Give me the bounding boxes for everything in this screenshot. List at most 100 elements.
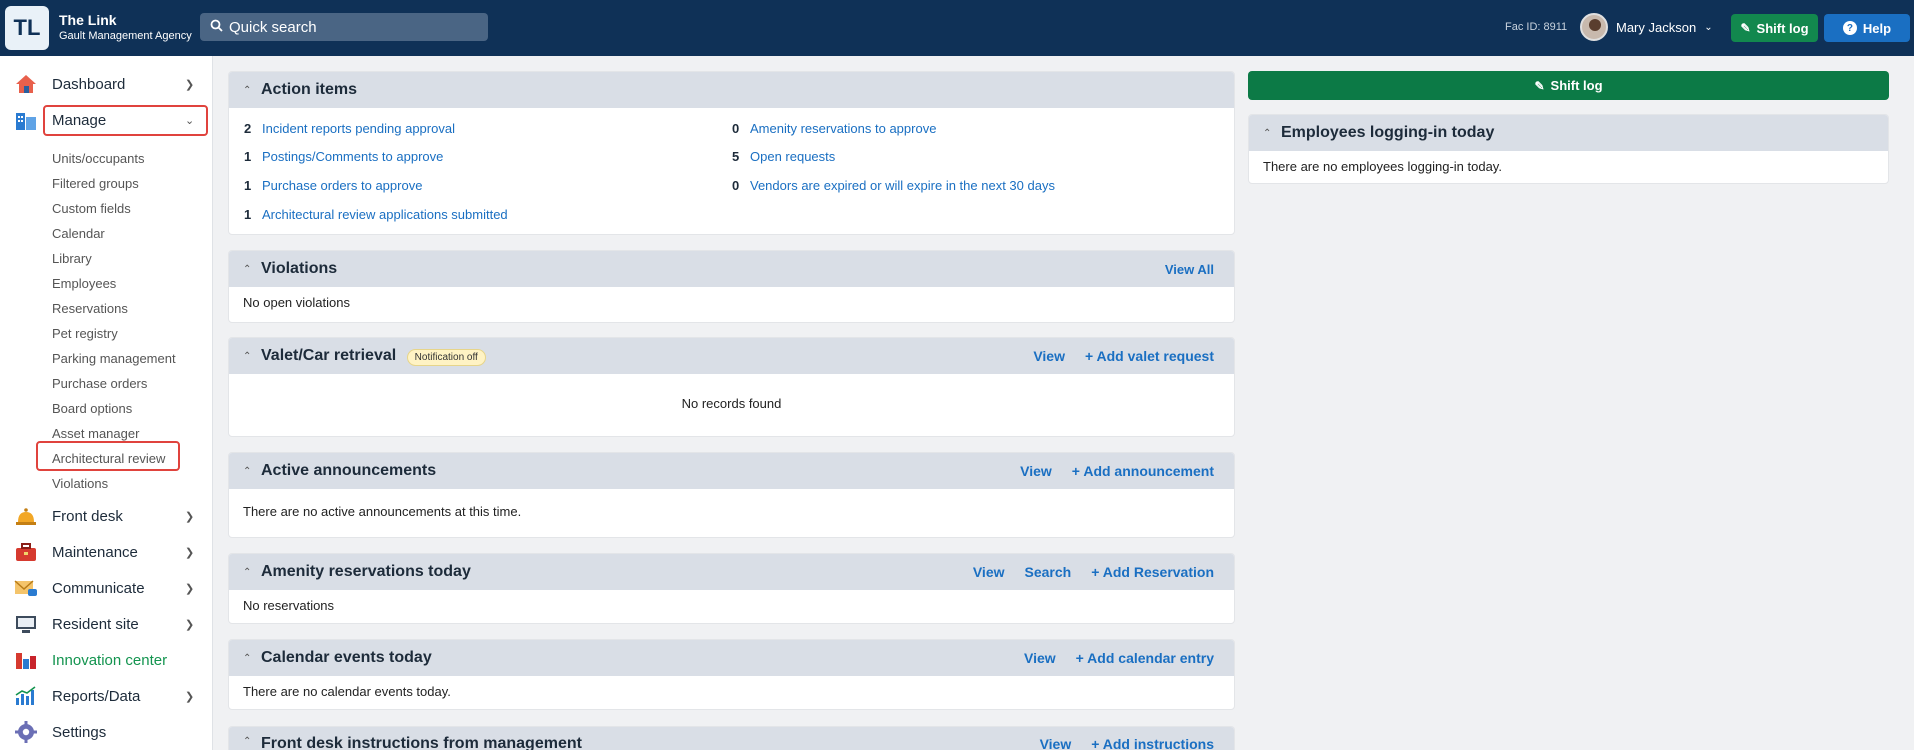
calendar-events-panel: ⌃ Calendar events today View + Add calen…	[228, 639, 1235, 710]
action-item[interactable]: 1 Postings/Comments to approve	[244, 149, 443, 164]
chevron-right-icon: ❯	[185, 618, 195, 631]
add-instructions-link[interactable]: + Add instructions	[1091, 736, 1214, 750]
sub-item-calendar[interactable]: Calendar	[52, 226, 105, 241]
collapse-icon[interactable]: ⌃	[1263, 128, 1271, 139]
action-link[interactable]: Open requests	[750, 149, 835, 164]
action-item[interactable]: 2 Incident reports pending approval	[244, 121, 455, 136]
search-icon	[210, 19, 223, 36]
agency-name: Gault Management Agency	[59, 29, 192, 42]
panel-actions: View + Add announcement	[1020, 463, 1214, 479]
panel-header: ⌃ Calendar events today View + Add calen…	[229, 640, 1234, 676]
sidebar-item-settings[interactable]: Settings	[0, 715, 213, 749]
sidebar-item-communicate[interactable]: Communicate ❯	[0, 571, 213, 605]
empty-message: No reservations	[243, 598, 335, 613]
violations-panel: ⌃ Violations View All No open violations	[228, 250, 1235, 323]
count: 1	[244, 178, 252, 193]
action-item[interactable]: 0 Vendors are expired or will expire in t…	[732, 178, 1055, 193]
shift-log-wide-button[interactable]: ✎ Shift log	[1248, 71, 1889, 100]
front-desk-instructions-panel: ⌃ Front desk instructions from managemen…	[228, 726, 1235, 750]
notepad-icon: ✎	[1534, 78, 1545, 93]
collapse-icon[interactable]: ⌃	[243, 466, 251, 477]
house-icon	[14, 73, 38, 95]
panel-actions: View Search + Add Reservation	[973, 564, 1214, 580]
action-link[interactable]: Architectural review applications submit…	[262, 207, 508, 222]
sidebar-item-resident-site[interactable]: Resident site ❯	[0, 607, 213, 641]
view-all-link[interactable]: View All	[1165, 262, 1214, 277]
sub-item-library[interactable]: Library	[52, 251, 92, 266]
help-button[interactable]: ? Help	[1824, 14, 1910, 42]
collapse-icon[interactable]: ⌃	[243, 736, 251, 747]
panel-actions: View All	[1165, 262, 1214, 277]
action-item[interactable]: 0 Amenity reservations to approve	[732, 121, 936, 136]
sub-item-filtered-groups[interactable]: Filtered groups	[52, 176, 139, 191]
sidebar-item-dashboard[interactable]: Dashboard ❯	[0, 67, 213, 101]
add-announcement-link[interactable]: + Add announcement	[1072, 463, 1214, 479]
count: 1	[244, 207, 252, 222]
sidebar-item-label: Maintenance	[52, 543, 138, 561]
sub-item-violations[interactable]: Violations	[52, 476, 108, 491]
add-valet-request-link[interactable]: + Add valet request	[1085, 348, 1214, 364]
empty-message: No records found	[681, 396, 782, 411]
search-link[interactable]: Search	[1025, 564, 1072, 580]
add-calendar-entry-link[interactable]: + Add calendar entry	[1076, 650, 1214, 666]
view-link[interactable]: View	[1033, 348, 1065, 364]
shift-log-label: Shift log	[1550, 78, 1603, 93]
add-reservation-link[interactable]: + Add Reservation	[1091, 564, 1214, 580]
view-link[interactable]: View	[1040, 736, 1072, 750]
user-name: Mary Jackson	[1616, 19, 1697, 35]
action-link[interactable]: Vendors are expired or will expire in th…	[750, 178, 1055, 193]
user-menu[interactable]: Mary Jackson ⌄	[1580, 13, 1713, 41]
buildings-icon	[14, 109, 38, 131]
view-link[interactable]: View	[1024, 650, 1056, 666]
sub-item-parking-management[interactable]: Parking management	[52, 351, 176, 366]
action-item[interactable]: 5 Open requests	[732, 149, 835, 164]
sub-item-asset-manager[interactable]: Asset manager	[52, 426, 139, 441]
architectural-review-highlight-box	[36, 441, 180, 471]
panel-header: ⌃ Employees logging-in today	[1249, 115, 1888, 151]
chart-icon	[14, 685, 38, 707]
sidebar-item-front-desk[interactable]: Front desk ❯	[0, 499, 213, 533]
action-link[interactable]: Amenity reservations to approve	[750, 121, 936, 136]
action-link[interactable]: Postings/Comments to approve	[262, 149, 443, 164]
sub-item-board-options[interactable]: Board options	[52, 401, 132, 416]
collapse-icon[interactable]: ⌃	[243, 264, 251, 275]
panel-title: Active announcements	[261, 462, 437, 479]
logo[interactable]: TL	[5, 6, 49, 50]
sub-item-employees[interactable]: Employees	[52, 276, 116, 291]
action-link[interactable]: Purchase orders to approve	[262, 178, 422, 193]
sub-item-pet-registry[interactable]: Pet registry	[52, 326, 118, 341]
sidebar-item-reports-data[interactable]: Reports/Data ❯	[0, 679, 213, 713]
shift-log-button[interactable]: ✎ Shift log	[1731, 14, 1818, 42]
panel-title: Employees logging-in today	[1281, 124, 1495, 141]
collapse-icon[interactable]: ⌃	[243, 567, 251, 578]
help-icon: ?	[1842, 21, 1857, 35]
action-link[interactable]: Incident reports pending approval	[262, 121, 455, 136]
announcements-panel: ⌃ Active announcements View + Add announ…	[228, 452, 1235, 538]
sidebar-item-innovation-center[interactable]: Innovation center	[0, 643, 213, 677]
sidebar-item-label: Front desk	[52, 507, 123, 525]
count: 1	[244, 149, 252, 164]
count: 5	[732, 149, 740, 164]
sub-item-custom-fields[interactable]: Custom fields	[52, 201, 131, 216]
toolbox-icon	[14, 541, 38, 563]
collapse-icon[interactable]: ⌃	[243, 653, 251, 664]
employees-logging-in-panel: ⌃ Employees logging-in today There are n…	[1248, 114, 1889, 184]
monitor-icon	[14, 613, 38, 635]
action-item[interactable]: 1 Architectural review applications submi…	[244, 207, 508, 222]
quick-search-input[interactable]: Quick search	[200, 13, 488, 41]
chevron-right-icon: ❯	[185, 582, 195, 595]
sub-item-purchase-orders[interactable]: Purchase orders	[52, 376, 147, 391]
collapse-icon[interactable]: ⌃	[243, 351, 251, 362]
lab-icon	[14, 649, 38, 671]
sub-item-units-occupants[interactable]: Units/occupants	[52, 151, 145, 166]
sidebar-item-maintenance[interactable]: Maintenance ❯	[0, 535, 213, 569]
action-item[interactable]: 1 Purchase orders to approve	[244, 178, 422, 193]
sub-item-reservations[interactable]: Reservations	[52, 301, 128, 316]
view-link[interactable]: View	[973, 564, 1005, 580]
panel-header: ⌃ Front desk instructions from managemen…	[229, 727, 1234, 750]
manage-highlight-box	[43, 105, 208, 136]
collapse-icon[interactable]: ⌃	[243, 85, 251, 96]
valet-panel: ⌃ Valet/Car retrieval Notification off V…	[228, 337, 1235, 437]
notepad-icon: ✎	[1740, 21, 1751, 35]
view-link[interactable]: View	[1020, 463, 1052, 479]
